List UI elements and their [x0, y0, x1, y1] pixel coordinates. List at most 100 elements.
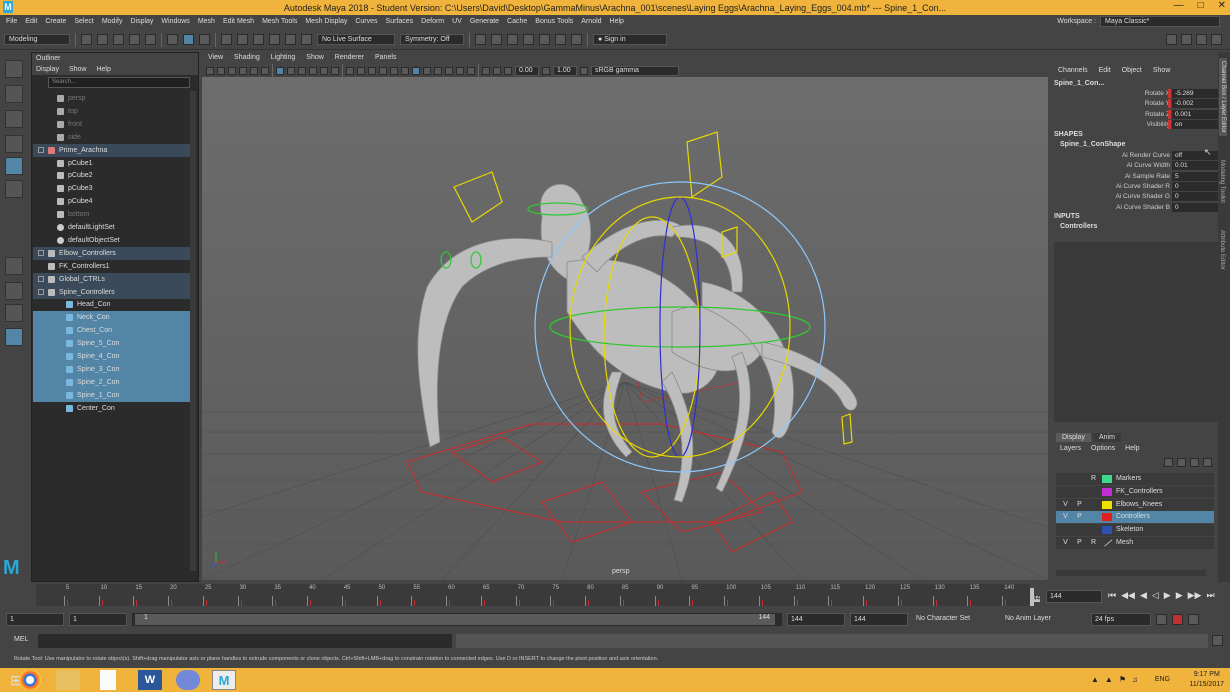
outliner-item[interactable]: Spine_Controllers	[33, 285, 190, 299]
move-layer-up-icon[interactable]	[1164, 458, 1173, 467]
snap-surface-icon[interactable]	[301, 34, 312, 45]
current-frame-field[interactable]: 144	[1046, 590, 1102, 603]
layer-menu-options[interactable]: Options	[1091, 445, 1115, 452]
layer-playback-toggle[interactable]: P	[1074, 499, 1085, 511]
wireframe-on-shaded-icon[interactable]	[379, 66, 387, 75]
new-layer-selected-icon[interactable]	[1203, 458, 1212, 467]
safe-action-icon[interactable]	[331, 66, 339, 75]
layer-playback-toggle[interactable]: P	[1074, 537, 1085, 549]
outliner-item[interactable]: persp	[33, 92, 190, 105]
layer-menu-help[interactable]: Help	[1125, 445, 1139, 452]
discord-icon[interactable]	[176, 670, 200, 690]
channel-value-field[interactable]: 5	[1172, 171, 1218, 181]
layer-visibility-toggle[interactable]: V	[1060, 537, 1071, 549]
fps-dropdown[interactable]: 24 fps	[1091, 612, 1151, 626]
snap-view-plane-icon[interactable]	[269, 34, 280, 45]
viewport-menu-panels[interactable]: Panels	[375, 52, 396, 64]
network-icon[interactable]: ▲	[1105, 675, 1113, 684]
layer-row[interactable]: Skeleton	[1056, 524, 1214, 537]
outliner-item[interactable]: Spine_4_Con	[33, 350, 190, 363]
notepad-icon[interactable]	[100, 670, 116, 690]
tab-attribute-editor[interactable]: Attribute Editor	[1219, 230, 1225, 270]
menu-select[interactable]: Select	[74, 18, 93, 25]
four-view-layout-icon[interactable]	[5, 282, 23, 300]
menu-generate[interactable]: Generate	[470, 18, 499, 25]
tray-chevron-icon[interactable]: ▲	[1091, 675, 1099, 684]
step-forward-frame-icon[interactable]: ▶	[1176, 590, 1183, 601]
menu-cache[interactable]: Cache	[507, 18, 527, 25]
motion-blur-icon[interactable]	[445, 66, 453, 75]
new-scene-icon[interactable]	[81, 34, 92, 45]
menu-windows[interactable]: Windows	[161, 18, 189, 25]
menu-curves[interactable]: Curves	[355, 18, 377, 25]
outliner-item[interactable]: FK_Controllers1	[33, 260, 190, 273]
exposure-field[interactable]: 0.00	[515, 65, 539, 76]
outliner-item[interactable]: pCube1	[33, 157, 190, 170]
menu-help[interactable]: Help	[610, 18, 624, 25]
viewport-menu-lighting[interactable]: Lighting	[271, 52, 296, 64]
menu-modify[interactable]: Modify	[102, 18, 123, 25]
side-by-side-layout-icon[interactable]	[5, 304, 23, 322]
viewport-persp[interactable]: persp	[202, 52, 1048, 580]
script-editor-icon[interactable]	[1212, 635, 1223, 646]
xray-joints-icon[interactable]	[401, 66, 409, 75]
viewport-menu-shading[interactable]: Shading	[234, 52, 260, 64]
layer-tab-display[interactable]: Display	[1056, 433, 1091, 442]
exposure-icon[interactable]	[504, 66, 512, 75]
flag-icon[interactable]: ⚑	[1119, 675, 1126, 684]
range-slider[interactable]: 1 144	[132, 612, 782, 626]
channel-row[interactable]: Rotate Z 0.001	[1050, 109, 1220, 120]
menu-mesh[interactable]: Mesh	[198, 18, 215, 25]
maximize-icon[interactable]: □	[1198, 0, 1204, 11]
expand-toggle-icon[interactable]	[38, 146, 44, 153]
channel-menu-show[interactable]: Show	[1153, 67, 1171, 74]
image-plane-icon[interactable]	[239, 66, 247, 75]
current-time-marker[interactable]	[1030, 588, 1034, 606]
move-tool-icon[interactable]	[5, 135, 23, 153]
chrome-icon[interactable]	[18, 670, 42, 690]
time-slider[interactable]: 5 10 15 20 25 30 35 40 45 50 55 60 65 70 75 80 85 90 95 100…	[36, 584, 1041, 606]
new-layer-icon[interactable]	[1190, 458, 1199, 467]
word-icon[interactable]: W	[138, 670, 162, 690]
channel-value-field[interactable]: on	[1172, 119, 1218, 129]
layer-visibility-toggle[interactable]: V	[1060, 499, 1071, 511]
channel-row[interactable]: Rotate X -5.269	[1050, 89, 1220, 99]
layer-reference-toggle[interactable]: R	[1088, 473, 1099, 485]
channel-row[interactable]: Ai Curve Width 0.01	[1050, 161, 1220, 171]
snap-curve-icon[interactable]	[237, 34, 248, 45]
outliner-item[interactable]: pCube3	[33, 182, 190, 195]
isolate-select-icon[interactable]	[482, 66, 490, 75]
clock[interactable]: 9:17 PM 11/15/2017	[1189, 670, 1224, 690]
modeling-toolkit-icon[interactable]	[1166, 34, 1177, 45]
menu-bonus-tools[interactable]: Bonus Tools	[535, 18, 573, 25]
layer-color-swatch[interactable]	[1102, 513, 1112, 522]
select-object-icon[interactable]	[183, 34, 194, 45]
step-back-frame-icon[interactable]: ◀	[1140, 590, 1147, 601]
menu-arnold[interactable]: Arnold	[581, 18, 601, 25]
wireframe-icon[interactable]	[346, 66, 354, 75]
outliner-menu-help[interactable]: Help	[96, 64, 110, 75]
field-chart-icon[interactable]	[320, 66, 328, 75]
open-scene-icon[interactable]	[97, 34, 108, 45]
auto-key-icon[interactable]	[1172, 613, 1183, 625]
layer-tab-anim[interactable]: Anim	[1092, 433, 1121, 442]
xray-icon[interactable]	[390, 66, 398, 75]
range-slider-handle[interactable]	[135, 613, 775, 625]
step-back-key-icon[interactable]: ◀◀	[1121, 590, 1135, 601]
lasso-tool-icon[interactable]	[5, 85, 23, 103]
viewport-menu-renderer[interactable]: Renderer	[335, 52, 364, 64]
channel-value-field[interactable]: -5.269	[1172, 89, 1218, 98]
live-surface-field[interactable]: No Live Surface	[317, 34, 395, 45]
move-layer-down-icon[interactable]	[1177, 458, 1186, 467]
hypershade-icon[interactable]	[539, 34, 550, 45]
character-set-dropdown[interactable]: No Character Set	[913, 612, 997, 626]
expand-toggle-icon[interactable]	[38, 288, 44, 295]
render-settings-icon[interactable]	[523, 34, 534, 45]
bookmarks-icon[interactable]	[228, 66, 236, 75]
scale-tool-icon[interactable]	[5, 180, 23, 198]
expand-toggle-icon[interactable]	[38, 249, 44, 256]
go-to-start-icon[interactable]: ⏮	[1108, 590, 1116, 601]
outliner-item[interactable]: Head_Con	[33, 298, 190, 311]
volume-icon[interactable]: ♫	[1132, 675, 1138, 684]
channel-menu-edit[interactable]: Edit	[1099, 67, 1111, 74]
